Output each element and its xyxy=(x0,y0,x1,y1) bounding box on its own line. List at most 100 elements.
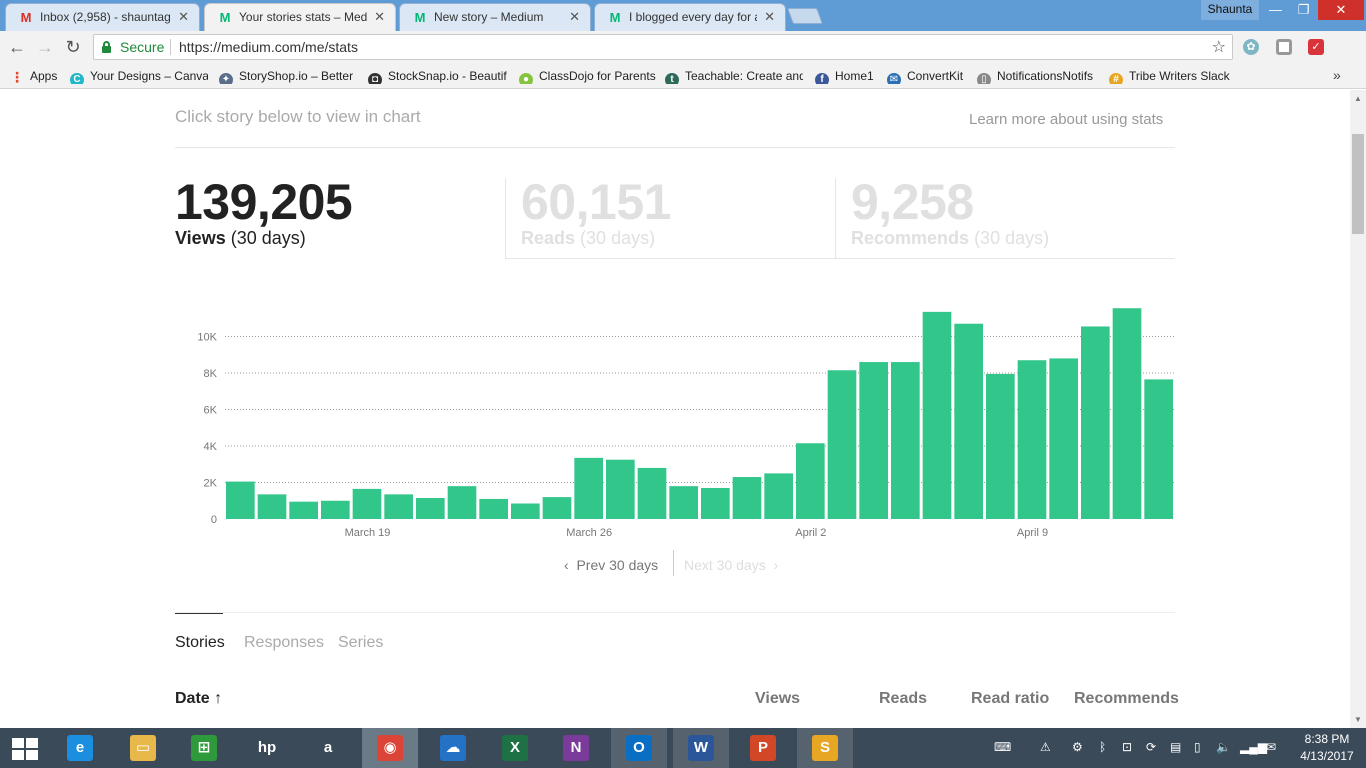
learn-more-link[interactable]: Learn more about using stats xyxy=(969,111,1163,128)
chart-bar[interactable] xyxy=(1017,360,1047,519)
chart-bar[interactable] xyxy=(542,497,572,519)
chart-bar[interactable] xyxy=(922,311,952,519)
bookmarks-overflow-icon[interactable]: » xyxy=(1333,67,1341,83)
chart-bar[interactable] xyxy=(701,487,730,519)
chart-bar[interactable] xyxy=(384,494,413,519)
chart-bar[interactable] xyxy=(986,373,1015,519)
chart-bar[interactable] xyxy=(859,362,888,519)
chart-bar[interactable] xyxy=(1144,379,1173,519)
taskbar-app[interactable]: S xyxy=(797,728,853,768)
column-header-views[interactable]: Views xyxy=(755,690,800,708)
alert-icon[interactable]: ⚠ xyxy=(1040,740,1051,754)
next-30-days-button[interactable]: Next 30 days › xyxy=(684,550,778,580)
tab-responses[interactable]: Responses xyxy=(244,634,324,652)
chart-bar[interactable] xyxy=(447,486,477,519)
metric-recommends[interactable]: 9,258 Recommends (30 days) xyxy=(835,177,1175,259)
extension-todoist-icon[interactable]: ✓ xyxy=(1308,39,1324,55)
chart-bar[interactable] xyxy=(511,503,540,519)
bluetooth-icon[interactable]: ᛒ xyxy=(1099,740,1106,754)
chart-bar[interactable] xyxy=(891,362,920,519)
chart-bar[interactable] xyxy=(574,457,603,519)
network-icon[interactable]: ⊡ xyxy=(1122,740,1132,754)
minimize-icon[interactable]: — xyxy=(1262,0,1289,20)
taskbar-app[interactable]: e xyxy=(52,728,108,768)
windows-start-icon[interactable] xyxy=(12,738,38,760)
folder-sync-icon[interactable]: ▤ xyxy=(1170,740,1181,754)
bookmark-item[interactable]: ▯ NotificationsNotifs xyxy=(977,68,1097,84)
back-icon[interactable]: ← xyxy=(6,36,28,58)
chart-bar[interactable] xyxy=(827,370,857,519)
forward-icon[interactable]: → xyxy=(34,36,56,58)
chart-bar[interactable] xyxy=(637,467,667,519)
restore-icon[interactable]: ❐ xyxy=(1290,0,1317,20)
sync-icon[interactable]: ⟳ xyxy=(1146,740,1156,754)
close-tab-icon[interactable]: ✕ xyxy=(764,9,775,25)
chart-bar[interactable] xyxy=(764,473,793,519)
taskbar-app[interactable]: hp xyxy=(239,728,295,768)
bookmark-star-icon[interactable]: ☆ xyxy=(1212,37,1226,57)
chart-bar[interactable] xyxy=(732,477,762,519)
keyboard-icon[interactable]: ⌨ xyxy=(994,740,1011,754)
bookmark-item[interactable]: ◘ StockSnap.io - Beautif xyxy=(368,68,508,84)
chart-bar[interactable] xyxy=(352,488,382,519)
extension-square-icon[interactable] xyxy=(1276,39,1292,55)
taskbar-app[interactable]: ⊞ xyxy=(176,728,232,768)
taskbar-app[interactable]: ▭ xyxy=(115,728,171,768)
browser-tab[interactable]: M New story – Medium ✕ xyxy=(399,3,591,31)
volume-icon[interactable]: 🔈 xyxy=(1216,740,1231,754)
chart-bar[interactable] xyxy=(1081,326,1110,519)
bookmark-item[interactable]: ✉ ConvertKit xyxy=(887,68,967,84)
settings-icon[interactable]: ⚙ xyxy=(1072,740,1083,754)
profile-button[interactable]: Shaunta xyxy=(1201,0,1259,20)
chart-bar[interactable] xyxy=(1049,358,1078,519)
reload-icon[interactable]: ↻ xyxy=(62,36,84,58)
close-tab-icon[interactable]: ✕ xyxy=(178,9,189,25)
taskbar-app[interactable]: O xyxy=(611,728,667,768)
tab-stories[interactable]: Stories xyxy=(175,634,225,652)
prev-30-days-button[interactable]: ‹ Prev 30 days xyxy=(564,550,658,580)
bookmark-item[interactable]: ⋮ Apps xyxy=(10,68,65,84)
chart-bar[interactable] xyxy=(226,481,255,519)
new-tab-button[interactable] xyxy=(787,8,823,24)
chart-bar[interactable] xyxy=(796,443,825,519)
column-header-recommends[interactable]: Recommends xyxy=(1074,690,1179,708)
taskbar-app[interactable]: P xyxy=(735,728,791,768)
chart-bar[interactable] xyxy=(479,498,508,519)
scroll-thumb[interactable] xyxy=(1352,134,1364,234)
bookmark-item[interactable]: ✦ StoryShop.io – Better xyxy=(219,68,359,84)
chart-bar[interactable] xyxy=(321,500,350,519)
bookmark-item[interactable]: ● ClassDojo for Parents xyxy=(519,68,657,84)
address-bar[interactable]: Secure https://medium.com/me/stats ☆ xyxy=(93,34,1233,60)
taskbar-app[interactable]: N xyxy=(548,728,604,768)
browser-tab[interactable]: M I blogged every day for a ✕ xyxy=(594,3,786,31)
close-tab-icon[interactable]: ✕ xyxy=(569,9,580,25)
bookmark-item[interactable]: C Your Designs – Canva xyxy=(70,68,208,84)
column-header-read-ratio[interactable]: Read ratio xyxy=(971,690,1049,708)
metric-views[interactable]: 139,205 Views (30 days) xyxy=(175,177,505,259)
browser-tab[interactable]: M Inbox (2,958) - shauntag ✕ xyxy=(5,3,200,31)
battery-icon[interactable]: ▯ xyxy=(1194,740,1201,754)
bookmark-item[interactable]: # Tribe Writers Slack xyxy=(1109,68,1234,84)
chart-bar[interactable] xyxy=(289,501,318,519)
bookmark-item[interactable]: f Home1 xyxy=(815,68,875,84)
chart-bar[interactable] xyxy=(669,486,698,519)
notification-icon[interactable]: ✉ xyxy=(1266,740,1276,754)
chart-bar[interactable] xyxy=(1112,308,1142,519)
close-tab-icon[interactable]: ✕ xyxy=(374,9,385,25)
column-header-reads[interactable]: Reads xyxy=(879,690,927,708)
chart-bar[interactable] xyxy=(416,498,445,519)
url-text[interactable]: https://medium.com/me/stats xyxy=(179,39,358,55)
browser-tab[interactable]: M Your stories stats – Medi ✕ xyxy=(204,3,396,32)
tab-series[interactable]: Series xyxy=(338,634,383,652)
chart-bar[interactable] xyxy=(257,494,287,519)
chart-bar[interactable] xyxy=(954,323,983,519)
system-clock[interactable]: 8:38 PM 4/13/2017 xyxy=(1298,731,1356,765)
column-header-date[interactable]: Date ↑ xyxy=(175,690,222,708)
page-scrollbar[interactable]: ▲ ▼ xyxy=(1350,90,1366,728)
scroll-up-icon[interactable]: ▲ xyxy=(1354,94,1362,103)
metric-reads[interactable]: 60,151 Reads (30 days) xyxy=(505,177,835,259)
taskbar-app[interactable]: W xyxy=(673,728,729,768)
taskbar-app[interactable]: X xyxy=(487,728,543,768)
wifi-icon[interactable]: ▂▄▆ xyxy=(1240,740,1267,754)
taskbar-app[interactable]: ◉ xyxy=(362,728,418,768)
